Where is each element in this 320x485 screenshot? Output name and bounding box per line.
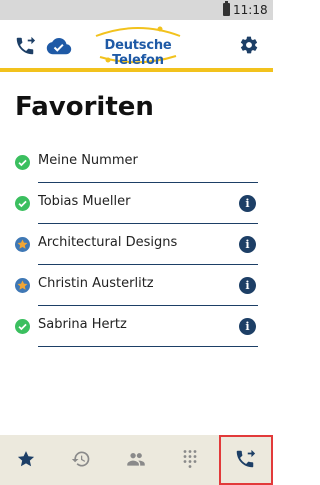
star-icon	[17, 451, 35, 467]
info-icon[interactable]: i	[239, 318, 256, 335]
list-item[interactable]: Architectural Designs i	[0, 224, 273, 265]
contact-name: Tobias Mueller	[38, 194, 131, 209]
dialpad-icon	[183, 450, 197, 468]
status-bar: 11:18	[0, 0, 273, 20]
brand-logo: Deutsche Telefon	[86, 24, 190, 68]
favorites-list: Meine Nummer Tobias Mueller i Architectu…	[0, 142, 273, 347]
check-icon	[15, 196, 30, 211]
contacts-icon	[127, 453, 145, 466]
nav-call-forwarding[interactable]	[219, 435, 273, 485]
brand-name: Deutsche Telefon	[104, 38, 172, 68]
list-item[interactable]: Meine Nummer	[0, 142, 273, 183]
cloud-check-icon[interactable]	[46, 35, 72, 57]
battery-icon	[223, 1, 230, 16]
bottom-nav	[0, 435, 273, 485]
contact-name: Meine Nummer	[38, 153, 138, 168]
call-forward-icon[interactable]	[14, 35, 36, 57]
nav-history[interactable]	[55, 435, 109, 485]
info-icon[interactable]: i	[239, 277, 256, 294]
gear-icon[interactable]	[239, 35, 261, 57]
history-icon	[71, 451, 90, 467]
star-icon	[15, 278, 30, 293]
check-icon	[15, 155, 30, 170]
divider	[38, 346, 258, 347]
nav-dialpad[interactable]	[164, 435, 218, 485]
call-forward-icon	[236, 449, 256, 468]
app-header: Deutsche Telefon	[0, 20, 273, 72]
page-title: Favoriten	[15, 92, 154, 122]
status-time: 11:18	[233, 3, 268, 17]
list-item[interactable]: Sabrina Hertz i	[0, 306, 273, 347]
check-icon	[15, 319, 30, 334]
nav-contacts[interactable]	[109, 435, 163, 485]
contact-name: Architectural Designs	[38, 235, 178, 250]
contact-name: Sabrina Hertz	[38, 317, 127, 332]
info-icon[interactable]: i	[239, 236, 256, 253]
star-icon	[15, 237, 30, 252]
list-item[interactable]: Tobias Mueller i	[0, 183, 273, 224]
info-icon[interactable]: i	[239, 195, 256, 212]
nav-favorites[interactable]	[0, 435, 54, 485]
contact-name: Christin Austerlitz	[38, 276, 154, 291]
list-item[interactable]: Christin Austerlitz i	[0, 265, 273, 306]
